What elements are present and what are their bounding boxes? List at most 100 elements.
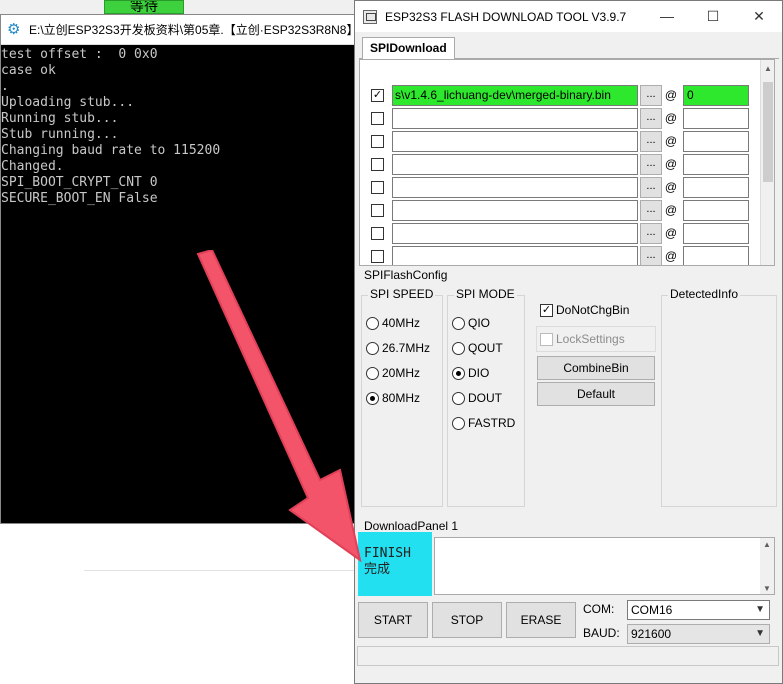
file-path-input[interactable]: [392, 246, 638, 265]
file-row: ... @: [360, 130, 760, 153]
do-not-chg-bin-checkbox[interactable]: ✓ DoNotChgBin: [540, 303, 629, 317]
file-checkbox[interactable]: [371, 112, 384, 125]
offset-input[interactable]: [683, 154, 749, 175]
at-label: @: [664, 226, 678, 240]
offset-input[interactable]: 0: [683, 85, 749, 106]
browse-button[interactable]: ...: [640, 85, 662, 106]
radio-icon: [366, 316, 379, 330]
offset-input[interactable]: [683, 108, 749, 129]
radio-fastrd[interactable]: FASTRD: [452, 416, 515, 430]
lock-settings-checkbox[interactable]: LockSettings: [536, 326, 656, 352]
tool-title: ESP32S3 FLASH DOWNLOAD TOOL V3.9.7: [385, 9, 627, 24]
radio-label: 40MHz: [382, 316, 421, 330]
file-checkbox[interactable]: [371, 204, 384, 217]
radio-26-7mhz[interactable]: 26.7MHz: [366, 341, 430, 355]
radio-qio[interactable]: QIO: [452, 316, 490, 330]
file-checkbox[interactable]: [371, 181, 384, 194]
file-path-input[interactable]: [392, 154, 638, 175]
file-row: ... @: [360, 245, 760, 265]
background-area: [0, 522, 355, 684]
offset-input[interactable]: [683, 177, 749, 198]
file-path-input[interactable]: [392, 177, 638, 198]
file-path-input[interactable]: [392, 223, 638, 244]
file-row: ✓ s\v1.4.6_lichuang-dev\merged-binary.bi…: [360, 84, 760, 107]
offset-input[interactable]: [683, 131, 749, 152]
file-checkbox[interactable]: [371, 158, 384, 171]
baud-label: BAUD:: [583, 626, 620, 640]
scroll-thumb[interactable]: [763, 82, 773, 182]
at-label: @: [664, 157, 678, 171]
file-path-input[interactable]: [392, 108, 638, 129]
tab-spidownload[interactable]: SPIDownload: [362, 37, 455, 59]
file-checkbox[interactable]: [371, 250, 384, 263]
log-scrollbar[interactable]: ▲ ▼: [760, 538, 774, 594]
com-select[interactable]: COM16 ▼: [627, 600, 770, 620]
offset-input[interactable]: [683, 200, 749, 221]
browse-button[interactable]: ...: [640, 177, 662, 198]
spi-speed-group: SPI SPEED 40MHz 26.7MHz 20MHz 80MHz: [361, 287, 443, 507]
spi-speed-title: SPI SPEED: [368, 287, 436, 301]
browse-button[interactable]: ...: [640, 131, 662, 152]
console-line: SPI_BOOT_CRYPT_CNT 0: [1, 175, 158, 190]
combine-bin-button[interactable]: CombineBin: [537, 356, 655, 380]
status-bar: [357, 646, 779, 666]
spi-mode-title: SPI MODE: [454, 287, 517, 301]
gear-icon: ⚙: [7, 20, 21, 38]
at-label: @: [664, 88, 678, 102]
browse-button[interactable]: ...: [640, 246, 662, 265]
offset-input[interactable]: [683, 223, 749, 244]
file-row: ... @: [360, 153, 760, 176]
file-path-input[interactable]: [392, 200, 638, 221]
browse-button[interactable]: ...: [640, 108, 662, 129]
erase-button[interactable]: ERASE: [506, 602, 576, 638]
radio-80mhz[interactable]: 80MHz: [366, 391, 420, 405]
browse-button[interactable]: ...: [640, 154, 662, 175]
spi-flash-config-label: SPIFlashConfig: [364, 268, 448, 282]
console-window: ⚙ E:\立创ESP32S3开发板资料\第05章.【立创·ESP32S3R8N8…: [0, 14, 362, 524]
maximize-button[interactable]: ☐: [690, 1, 736, 32]
radio-label: QOUT: [468, 341, 503, 355]
file-path-input[interactable]: s\v1.4.6_lichuang-dev\merged-binary.bin: [392, 85, 638, 106]
scroll-down-icon[interactable]: ▼: [760, 582, 774, 596]
default-button[interactable]: Default: [537, 382, 655, 406]
checkbox-label: LockSettings: [556, 332, 625, 346]
file-checkbox[interactable]: [371, 227, 384, 240]
radio-icon: [452, 416, 465, 430]
console-titlebar[interactable]: ⚙ E:\立创ESP32S3开发板资料\第05章.【立创·ESP32S3R8N8…: [1, 15, 361, 45]
file-list: ✓ s\v1.4.6_lichuang-dev\merged-binary.bi…: [359, 59, 775, 266]
file-path-input[interactable]: [392, 131, 638, 152]
radio-20mhz[interactable]: 20MHz: [366, 366, 420, 380]
close-button[interactable]: ✕: [736, 1, 782, 32]
radio-qout[interactable]: QOUT: [452, 341, 503, 355]
file-checkbox[interactable]: [371, 135, 384, 148]
browse-button[interactable]: ...: [640, 200, 662, 221]
baud-value: 921600: [631, 627, 672, 641]
scroll-up-icon[interactable]: ▲: [760, 538, 774, 552]
app-icon: [363, 9, 377, 24]
at-label: @: [664, 249, 678, 263]
radio-dout[interactable]: DOUT: [452, 391, 502, 405]
minimize-button[interactable]: —: [644, 1, 690, 32]
finish-status-line-cn: 完成: [364, 562, 391, 577]
stop-button[interactable]: STOP: [432, 602, 502, 638]
file-row: ... @: [360, 107, 760, 130]
chevron-down-icon: ▼: [755, 604, 765, 615]
file-list-scrollbar[interactable]: ▲: [760, 60, 774, 265]
console-line: .: [1, 79, 9, 94]
download-log-box[interactable]: ▲ ▼: [434, 537, 775, 595]
tool-titlebar[interactable]: ESP32S3 FLASH DOWNLOAD TOOL V3.9.7 — ☐ ✕: [355, 1, 782, 32]
radio-selected-icon: [452, 366, 465, 380]
radio-selected-icon: [366, 391, 379, 405]
start-button[interactable]: START: [358, 602, 428, 638]
browse-button[interactable]: ...: [640, 223, 662, 244]
scroll-up-icon[interactable]: ▲: [761, 62, 774, 76]
console-line: test offset : 0 0x0: [1, 47, 158, 62]
baud-select[interactable]: 921600 ▼: [627, 624, 770, 644]
detected-info-title: DetectedInfo: [668, 287, 741, 301]
radio-40mhz[interactable]: 40MHz: [366, 316, 420, 330]
radio-label: 26.7MHz: [382, 341, 431, 355]
offset-input[interactable]: [683, 246, 749, 265]
radio-dio[interactable]: DIO: [452, 366, 489, 380]
background-divider: [84, 570, 354, 571]
file-checkbox[interactable]: ✓: [371, 89, 384, 102]
